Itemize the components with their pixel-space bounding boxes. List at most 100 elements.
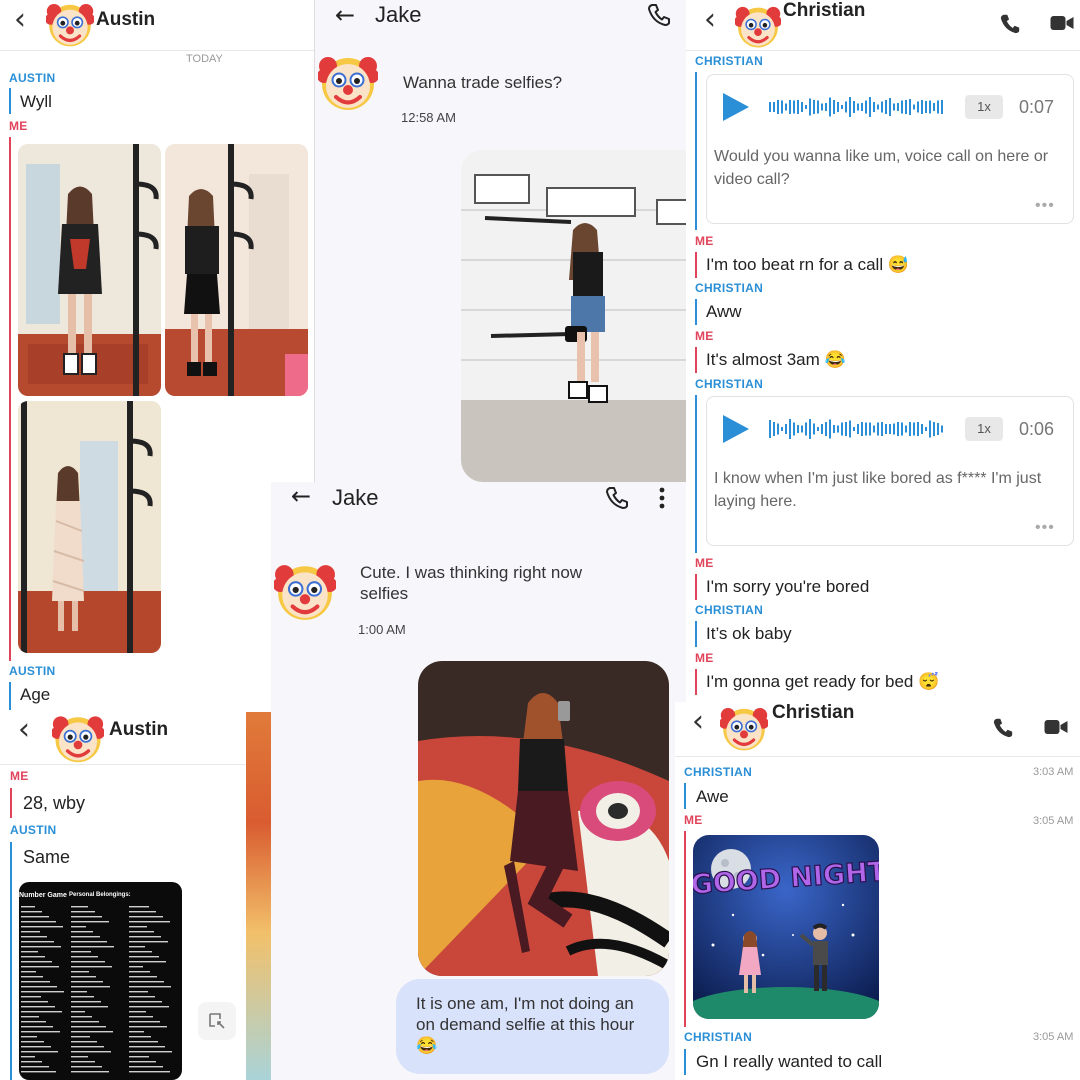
waveform-bar bbox=[853, 427, 855, 431]
contact-name[interactable]: Jake bbox=[332, 485, 378, 511]
waveform-bar bbox=[821, 424, 823, 434]
good-night-sticker[interactable]: GOOD NIGHT bbox=[693, 835, 879, 1019]
back-arrow-icon[interactable]: ‹ bbox=[14, 2, 26, 37]
header-divider bbox=[0, 764, 246, 765]
phone-icon[interactable] bbox=[999, 12, 1021, 34]
number-game-line bbox=[71, 1056, 88, 1058]
phone-icon[interactable] bbox=[605, 485, 629, 509]
play-icon[interactable] bbox=[723, 93, 749, 121]
waveform-bar bbox=[833, 425, 835, 433]
contact-name[interactable]: Christian bbox=[783, 0, 865, 22]
back-arrow-icon[interactable]: ← bbox=[335, 1, 355, 29]
waveform-bar bbox=[785, 103, 787, 111]
number-game-line bbox=[21, 1026, 53, 1028]
video-icon[interactable] bbox=[1049, 11, 1075, 35]
waveform-bar bbox=[801, 102, 803, 112]
message-text: Aww bbox=[706, 302, 742, 321]
waveform-bar bbox=[889, 424, 891, 434]
save-image-button[interactable] bbox=[198, 1002, 236, 1040]
number-game-line bbox=[129, 1071, 170, 1073]
message-text: Wyll bbox=[20, 92, 52, 111]
message-text: It is one am, I'm not doing an on demand… bbox=[416, 994, 635, 1055]
message-time: 3:03 AM bbox=[1033, 766, 1074, 778]
selfie-photo[interactable] bbox=[18, 401, 161, 653]
waveform-bar bbox=[809, 98, 811, 116]
selfie-photo[interactable] bbox=[418, 661, 669, 976]
waveform-bar bbox=[921, 100, 923, 114]
waveform-bar bbox=[865, 422, 867, 436]
waveform-bar bbox=[845, 101, 847, 113]
number-game-line bbox=[71, 916, 102, 918]
number-game-line bbox=[21, 916, 49, 918]
number-game-line bbox=[21, 1036, 37, 1038]
waveform-bar bbox=[925, 101, 927, 113]
waveform-bar bbox=[901, 422, 903, 436]
waveform-bar bbox=[897, 422, 899, 436]
contact-name[interactable]: Christian bbox=[772, 702, 854, 724]
contact-name[interactable]: Jake bbox=[375, 2, 421, 28]
message-bar bbox=[10, 842, 12, 1080]
waveform-bar bbox=[929, 100, 931, 114]
voice-note-card[interactable]: 1x 0:06 I know when I'm just like bored … bbox=[706, 396, 1074, 546]
back-arrow-icon[interactable]: ‹ bbox=[692, 704, 704, 739]
contact-name[interactable]: Austin bbox=[109, 719, 168, 741]
header-divider bbox=[675, 756, 1080, 757]
clown-avatar-icon[interactable] bbox=[46, 0, 94, 48]
waveform-bar bbox=[921, 424, 923, 434]
number-game-line bbox=[21, 976, 43, 978]
number-game-image[interactable]: Number Game Personal Belongings: bbox=[19, 882, 182, 1080]
contact-name[interactable]: Austin bbox=[96, 9, 155, 31]
number-game-line bbox=[129, 1066, 163, 1068]
waveform-bar bbox=[861, 422, 863, 436]
waveform-bar bbox=[825, 103, 827, 111]
voice-note-card[interactable]: 1x 0:07 Would you wanna like um, voice c… bbox=[706, 74, 1074, 224]
more-vert-icon[interactable] bbox=[658, 487, 666, 509]
phone-icon[interactable] bbox=[647, 2, 671, 26]
clown-avatar-icon[interactable] bbox=[318, 52, 378, 112]
number-game-line bbox=[129, 991, 148, 993]
back-arrow-icon[interactable]: ← bbox=[291, 482, 311, 510]
clown-avatar-icon[interactable] bbox=[720, 704, 768, 752]
waveform-bar bbox=[781, 427, 783, 431]
header-divider bbox=[0, 50, 314, 51]
waveform-bar bbox=[813, 100, 815, 114]
number-game-line bbox=[129, 941, 168, 943]
number-game-line bbox=[129, 916, 163, 918]
play-icon[interactable] bbox=[723, 415, 749, 443]
outgoing-message-bubble[interactable]: It is one am, I'm not doing an on demand… bbox=[396, 979, 669, 1074]
waveform-bar bbox=[789, 100, 791, 114]
video-icon[interactable] bbox=[1043, 715, 1069, 739]
waveform-bar bbox=[793, 100, 795, 114]
clown-avatar-icon[interactable] bbox=[274, 560, 336, 622]
number-game-line bbox=[129, 971, 150, 973]
phone-icon[interactable] bbox=[992, 716, 1014, 738]
clown-avatar-icon[interactable] bbox=[735, 3, 781, 49]
speed-button[interactable]: 1x bbox=[965, 95, 1003, 119]
sender-label: AUSTIN bbox=[9, 664, 56, 678]
number-game-line bbox=[129, 1006, 169, 1008]
clown-avatar-icon[interactable] bbox=[52, 712, 104, 764]
austin-chat-panel-top: ‹ Austin TODAY AUSTIN Wyll ME AUSTIN Age bbox=[0, 0, 314, 712]
waveform-bar bbox=[893, 423, 895, 435]
back-arrow-icon[interactable]: ‹ bbox=[18, 712, 30, 747]
number-game-line bbox=[21, 906, 35, 908]
back-arrow-icon[interactable]: ‹ bbox=[704, 2, 716, 37]
more-options-icon[interactable]: ••• bbox=[1035, 519, 1055, 537]
selfie-photo[interactable] bbox=[18, 144, 161, 396]
number-game-line bbox=[71, 1021, 99, 1023]
selfie-photo[interactable] bbox=[461, 150, 687, 482]
number-game-line bbox=[129, 1046, 165, 1048]
waveform-bar bbox=[769, 102, 771, 112]
waveform-bar bbox=[897, 103, 899, 111]
waveform-bar bbox=[817, 100, 819, 114]
waveform-bar bbox=[909, 422, 911, 436]
more-options-icon[interactable]: ••• bbox=[1035, 197, 1055, 215]
waveform-bar bbox=[853, 101, 855, 113]
waveform-bar bbox=[917, 101, 919, 113]
number-game-line bbox=[21, 1021, 46, 1023]
selfie-photo[interactable] bbox=[165, 144, 308, 396]
waveform-bar bbox=[865, 100, 867, 114]
number-game-line bbox=[129, 1001, 162, 1003]
waveform-bar bbox=[817, 427, 819, 431]
speed-button[interactable]: 1x bbox=[965, 417, 1003, 441]
